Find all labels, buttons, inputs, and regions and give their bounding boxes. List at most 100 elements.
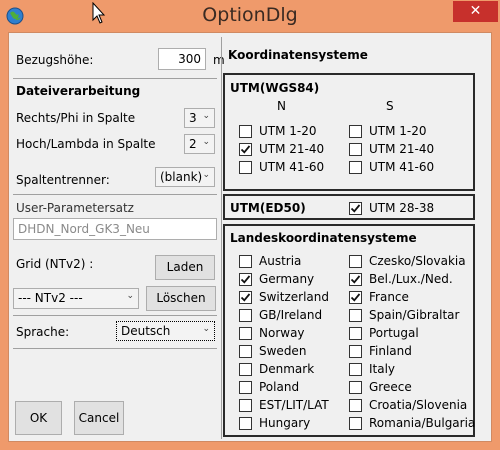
utm-ed50-utm-28-38-label: UTM 28-38 [369,201,435,215]
landes-hungary-checkbox[interactable] [239,417,252,430]
spaltentrenner-select[interactable]: (blank) ⌄ [155,167,215,187]
landes-norway-checkbox[interactable] [239,327,252,340]
rechts-phi-value: 3 [189,111,197,125]
bezugshoehe-unit: m [213,53,225,67]
utm-n-utm-1-20-label: UTM 1-20 [259,124,317,138]
koordinatensysteme-heading: Koordinatensysteme [228,48,368,62]
landes-portugal-label: Portugal [369,326,419,340]
landes-croatia-slovenia-checkbox[interactable] [349,399,362,412]
landes-france-checkbox[interactable] [349,291,362,304]
utm-ed50-title: UTM(ED50) [230,201,306,215]
landes-switzerland-label: Switzerland [259,290,329,304]
laden-button[interactable]: Laden [155,255,215,280]
checkmark-icon [240,293,251,302]
bezugshoehe-input[interactable]: 300 [158,48,206,70]
option-dialog-window: OptionDlg ✕ Bezugshöhe: 300 m Dateiverar… [0,0,500,450]
landes-sweden-checkbox[interactable] [239,345,252,358]
spaltentrenner-label: Spaltentrenner: [16,173,110,187]
chevron-down-icon: ⌄ [202,170,210,180]
utm-n-column-label: N [277,99,286,113]
rechts-phi-select[interactable]: 3 ⌄ [184,108,215,128]
utm-s-column-label: S [386,99,394,113]
utm-s-utm-41-60-label: UTM 41-60 [369,160,435,174]
landes-italy-checkbox[interactable] [349,363,362,376]
landes-spain-gibraltar-checkbox[interactable] [349,309,362,322]
utm-n-utm-41-60-checkbox[interactable] [239,161,252,174]
utm-n-utm-1-20-checkbox[interactable] [239,125,252,138]
landes-gb-ireland-checkbox[interactable] [239,309,252,322]
landes-croatia-slovenia-label: Croatia/Slovenia [369,398,468,412]
title-bar[interactable]: OptionDlg ✕ [0,0,500,32]
landes-switzerland-checkbox[interactable] [239,291,252,304]
landes-greece-checkbox[interactable] [349,381,362,394]
cancel-button[interactable]: Cancel [74,401,124,435]
ntv2-value: --- NTv2 --- [18,291,83,305]
checkmark-icon [240,145,251,154]
landes-hungary-label: Hungary [259,416,311,430]
checkmark-icon [350,275,361,284]
dateiverarbeitung-heading: Dateiverarbeitung [16,84,141,98]
bezugshoehe-label: Bezugshöhe: [16,53,94,67]
utm-s-utm-21-40-label: UTM 21-40 [369,142,435,156]
checkmark-icon [350,293,361,302]
utm-ed50-utm-28-38-checkbox[interactable] [349,202,362,215]
window-title: OptionDlg [202,4,298,26]
landes-denmark-label: Denmark [259,362,315,376]
chevron-down-icon: ⌄ [126,291,134,301]
landes-germany-label: Germany [259,272,315,286]
dialog-client-area: Bezugshöhe: 300 m Dateiverarbeitung Rech… [8,32,492,442]
hoch-lambda-select[interactable]: 2 ⌄ [184,134,215,154]
hoch-lambda-label: Hoch/Lambda in Spalte [16,137,156,151]
landes-romania-bulgaria-checkbox[interactable] [349,417,362,430]
chevron-down-icon: ⌄ [202,111,210,121]
ntv2-select[interactable]: --- NTv2 --- ⌄ [13,288,139,309]
landes-est-lit-lat-label: EST/LIT/LAT [259,398,329,412]
loeschen-button[interactable]: Löschen [146,286,216,311]
landes-finland-checkbox[interactable] [349,345,362,358]
landes-est-lit-lat-checkbox[interactable] [239,399,252,412]
landeskoordinaten-title: Landeskoordinatensysteme [230,231,417,245]
chevron-down-icon: ⌄ [202,324,210,334]
ok-button[interactable]: OK [15,401,62,435]
close-button[interactable]: ✕ [453,1,498,22]
landes-france-label: France [369,290,409,304]
landeskoordinaten-panel: Landeskoordinatensysteme Austria Germany S… [223,224,475,437]
sprache-select[interactable]: Deutsch ⌄ [116,321,215,341]
landes-germany-checkbox[interactable] [239,273,252,286]
utm-wgs84-title: UTM(WGS84) [230,81,320,95]
landes-czesko-slovakia-checkbox[interactable] [349,255,362,268]
utm-s-utm-41-60-checkbox[interactable] [349,161,362,174]
utm-s-utm-1-20-checkbox[interactable] [349,125,362,138]
utm-n-utm-41-60-label: UTM 41-60 [259,160,325,174]
utm-s-utm-21-40-checkbox[interactable] [349,143,362,156]
chevron-down-icon: ⌄ [202,137,210,147]
landes-gb-ireland-label: GB/Ireland [259,308,323,322]
user-param-label: User-Parametersatz [16,201,134,215]
sprache-label: Sprache: [16,325,70,339]
landes-poland-checkbox[interactable] [239,381,252,394]
checkmark-icon [240,275,251,284]
landes-denmark-checkbox[interactable] [239,363,252,376]
utm-n-utm-21-40-checkbox[interactable] [239,143,252,156]
utm-wgs84-panel: UTM(WGS84) N S UTM 1-20 UTM 21-40 UTM 41-6… [223,73,475,191]
user-param-input[interactable]: DHDN_Nord_GK3_Neu [13,218,217,240]
utm-s-utm-1-20-label: UTM 1-20 [369,124,427,138]
landes-portugal-checkbox[interactable] [349,327,362,340]
sprache-value: Deutsch [121,324,171,338]
landes-italy-label: Italy [369,362,396,376]
landes-austria-label: Austria [259,254,302,268]
landes-bel-lux-ned-label: Bel./Lux./Ned. [369,272,453,286]
landes-bel-lux-ned-checkbox[interactable] [349,273,362,286]
divider [13,194,217,195]
landes-greece-label: Greece [369,380,412,394]
hoch-lambda-value: 2 [189,137,197,151]
landes-austria-checkbox[interactable] [239,255,252,268]
landes-czesko-slovakia-label: Czesko/Slovakia [369,254,466,268]
utm-ed50-panel: UTM(ED50) UTM 28-38 [223,194,475,220]
utm-n-utm-21-40-label: UTM 21-40 [259,142,325,156]
spaltentrenner-value: (blank) [160,170,203,184]
checkmark-icon [350,204,361,213]
landes-spain-gibraltar-label: Spain/Gibraltar [369,308,460,322]
rechts-phi-label: Rechts/Phi in Spalte [16,111,136,125]
divider [13,315,217,316]
